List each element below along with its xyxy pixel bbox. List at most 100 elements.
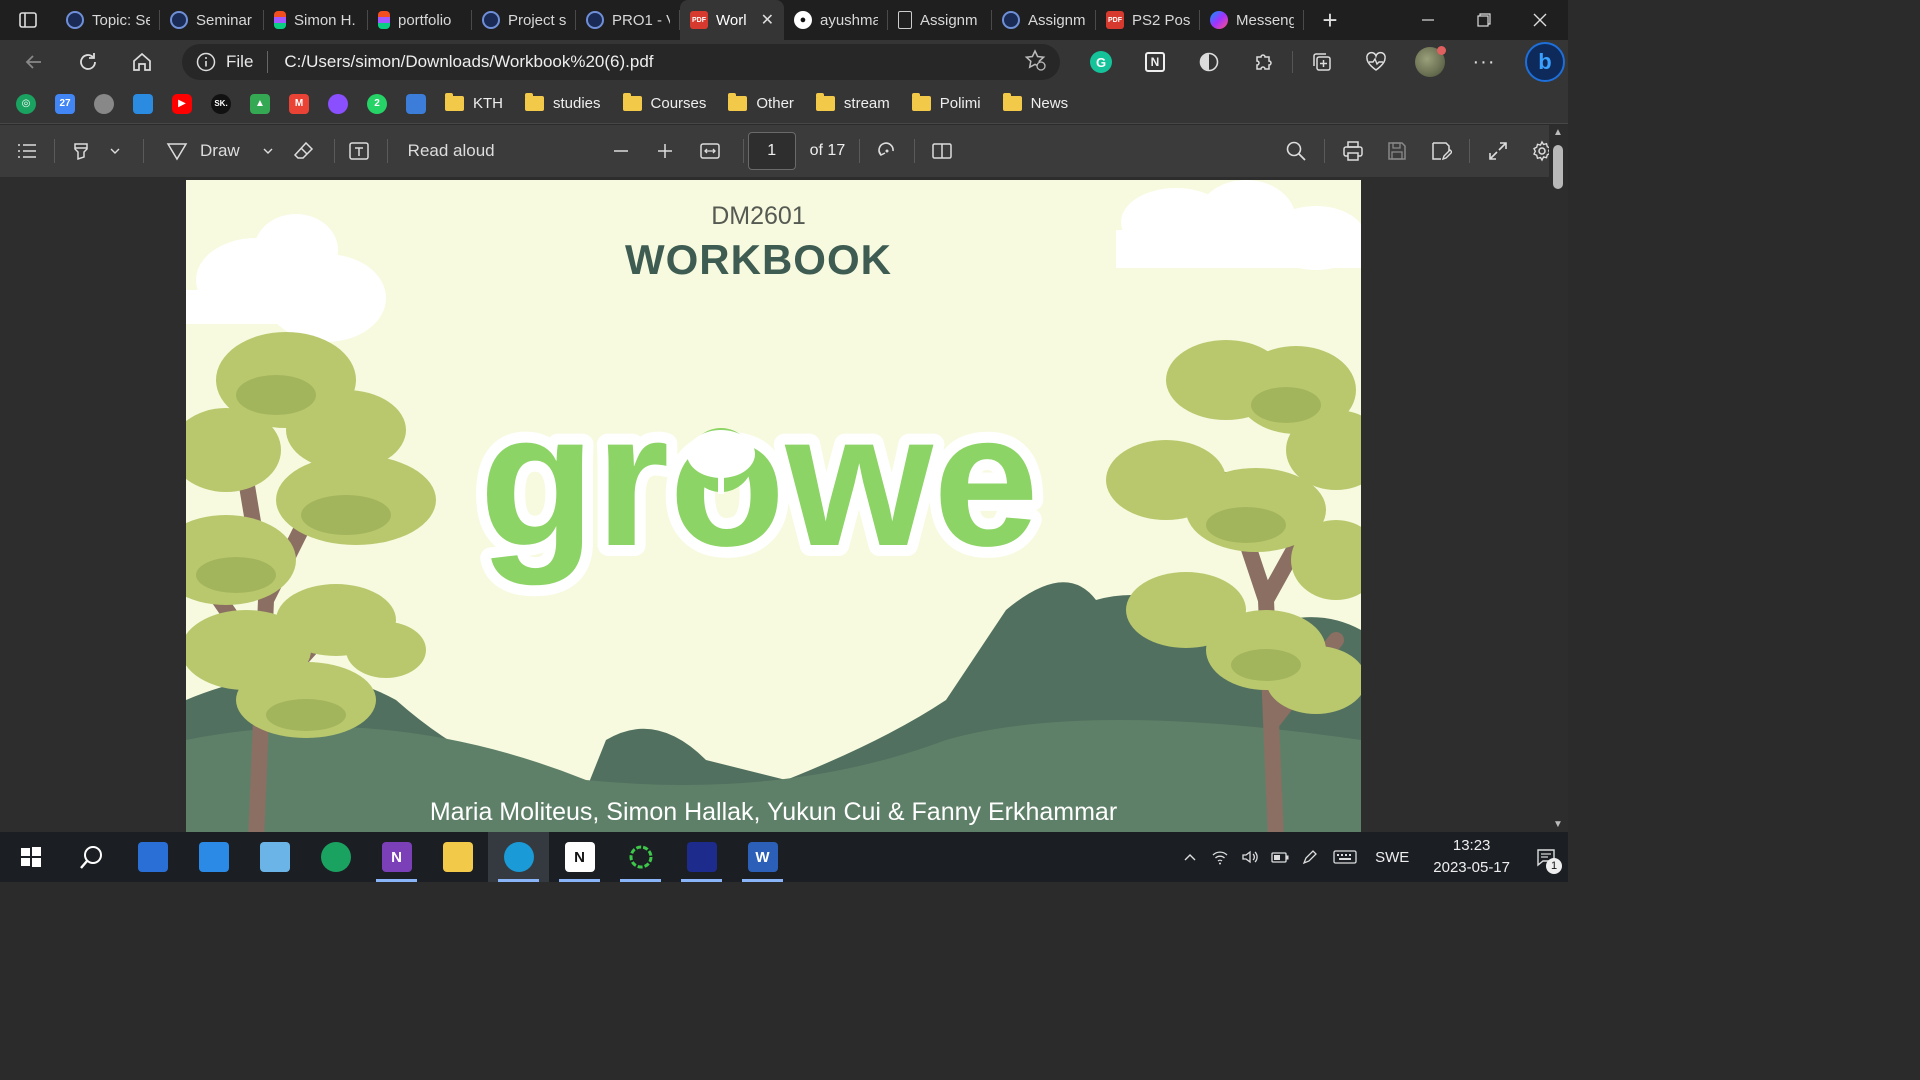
touch-keyboard-button[interactable]	[1325, 832, 1365, 882]
draw-options-button[interactable]	[248, 131, 288, 171]
taskbar-button[interactable]	[488, 832, 549, 882]
read-aloud-button[interactable]: Read aloud	[408, 131, 495, 171]
clock[interactable]: 13:23 2023-05-17	[1419, 835, 1524, 879]
show-hidden-icons-button[interactable]	[1175, 832, 1205, 882]
save-as-button[interactable]	[1419, 131, 1463, 171]
taskbar-button[interactable]	[610, 832, 671, 882]
calendar-icon[interactable]: 27	[55, 93, 75, 114]
ring-icon[interactable]: ◎	[16, 93, 36, 114]
tab[interactable]: Messeng	[1200, 0, 1304, 40]
sk-icon[interactable]: SK.	[211, 93, 231, 114]
taskbar-button[interactable]: N	[366, 832, 427, 882]
add-favorite-button[interactable]	[1024, 48, 1046, 76]
address-bar[interactable]: File C:/Users/simon/Downloads/Workbook%2…	[182, 44, 1060, 80]
notion-clipper-button[interactable]: N	[1128, 44, 1182, 80]
tab-actions-button[interactable]	[0, 0, 56, 40]
close-icon	[1533, 13, 1547, 27]
new-tab-button[interactable]: +	[1310, 0, 1350, 40]
tab[interactable]: Assignm	[992, 0, 1096, 40]
taskbar-button[interactable]	[671, 832, 732, 882]
find-button[interactable]	[1274, 131, 1318, 171]
scroll-up-icon[interactable]: ▲	[1553, 127, 1563, 138]
taskbar-button[interactable]	[305, 832, 366, 882]
whatsapp-icon[interactable]: 2	[367, 93, 387, 114]
erase-button[interactable]	[288, 131, 320, 171]
messenger-icon[interactable]	[328, 93, 348, 114]
volume-button[interactable]	[1235, 832, 1265, 882]
pen-menu-button[interactable]	[1295, 832, 1325, 882]
taskbar-button[interactable]	[0, 832, 61, 882]
favorites-folder[interactable]: News	[1002, 93, 1068, 112]
page-number-input[interactable]	[747, 132, 796, 170]
taskbar-button[interactable]	[427, 832, 488, 882]
extension-button[interactable]	[1182, 44, 1236, 80]
add-text-button[interactable]	[335, 131, 383, 171]
tab[interactable]: Simon H.	[264, 0, 368, 40]
profile-button[interactable]	[1403, 44, 1457, 80]
onedrive-icon[interactable]	[133, 93, 153, 114]
pdf-viewer[interactable]: growe growe DM2601 WORKBOOK Maria Molite…	[0, 177, 1549, 832]
vertical-scrollbar[interactable]: ▲ ▼	[1549, 125, 1568, 832]
back-button[interactable]	[14, 44, 54, 80]
table-of-contents-button[interactable]	[0, 131, 54, 171]
collections-button[interactable]	[1295, 44, 1349, 80]
tab[interactable]: PRO1 - V	[576, 0, 680, 40]
taskbar-button[interactable]	[244, 832, 305, 882]
restore-button[interactable]	[1456, 0, 1512, 40]
scroll-thumb[interactable]	[1553, 145, 1563, 189]
gmail-icon[interactable]: M	[289, 93, 309, 114]
rotate-button[interactable]	[860, 131, 914, 171]
drive-icon[interactable]: ▲	[250, 93, 270, 114]
favorites-folder[interactable]: Polimi	[911, 93, 981, 112]
taskbar-button[interactable]	[122, 832, 183, 882]
taskbar-button[interactable]	[61, 832, 122, 882]
tab[interactable]: Seminar	[160, 0, 264, 40]
minimize-button[interactable]	[1400, 0, 1456, 40]
notification-center-button[interactable]: 1	[1524, 832, 1568, 882]
url-text[interactable]: C:/Users/simon/Downloads/Workbook%20(6).…	[268, 52, 1024, 72]
tab[interactable]: Project s	[472, 0, 576, 40]
close-window-button[interactable]	[1512, 0, 1568, 40]
browser-essentials-button[interactable]	[1349, 44, 1403, 80]
site-info-button[interactable]: File	[196, 51, 269, 73]
zoom-out-button[interactable]	[599, 131, 643, 171]
taskbar-button[interactable]	[183, 832, 244, 882]
bing-chat-button[interactable]: b	[1525, 42, 1565, 82]
tab[interactable]: portfolio	[368, 0, 472, 40]
fullscreen-button[interactable]	[1476, 131, 1520, 171]
tab-active[interactable]: PDF Worl ✕	[680, 0, 784, 40]
save-button[interactable]	[1375, 131, 1419, 171]
scroll-down-icon[interactable]: ▼	[1553, 819, 1563, 830]
tab[interactable]: ● ayushma	[784, 0, 888, 40]
favorites-folder[interactable]: studies	[525, 93, 601, 112]
apple-icon[interactable]	[94, 93, 114, 114]
fit-to-width-button[interactable]	[687, 131, 733, 171]
input-language[interactable]: SWE	[1365, 849, 1419, 866]
favorites-folder[interactable]: Courses	[622, 93, 706, 112]
favorites-folder[interactable]: stream	[815, 93, 890, 112]
tab[interactable]: Topic: Se	[56, 0, 160, 40]
taskbar-button[interactable]: N	[549, 832, 610, 882]
wifi-button[interactable]	[1205, 832, 1235, 882]
battery-button[interactable]	[1265, 832, 1295, 882]
grammarly-button[interactable]: G	[1074, 44, 1128, 80]
page-view-button[interactable]	[915, 131, 969, 171]
refresh-button[interactable]	[68, 44, 108, 80]
graduation-icon[interactable]	[406, 93, 426, 114]
zoom-in-button[interactable]	[643, 131, 687, 171]
favorites-folder[interactable]: Other	[728, 93, 794, 112]
favorites-folder[interactable]: KTH	[445, 93, 503, 112]
highlight-button[interactable]	[59, 131, 103, 171]
draw-button[interactable]: Draw	[166, 131, 240, 171]
close-tab-icon[interactable]: ✕	[761, 10, 774, 30]
home-button[interactable]	[122, 44, 162, 80]
puzzle-extensions-button[interactable]	[1236, 44, 1290, 80]
tab[interactable]: Assignm	[888, 0, 992, 40]
settings-and-more-button[interactable]: ···	[1457, 44, 1511, 80]
folder-label: stream	[843, 95, 890, 112]
print-button[interactable]	[1331, 131, 1375, 171]
highlight-options-button[interactable]	[103, 131, 127, 171]
tab[interactable]: PDF PS2 Post	[1096, 0, 1200, 40]
youtube-icon[interactable]: ▶	[172, 93, 192, 114]
taskbar-button[interactable]: W	[732, 832, 793, 882]
